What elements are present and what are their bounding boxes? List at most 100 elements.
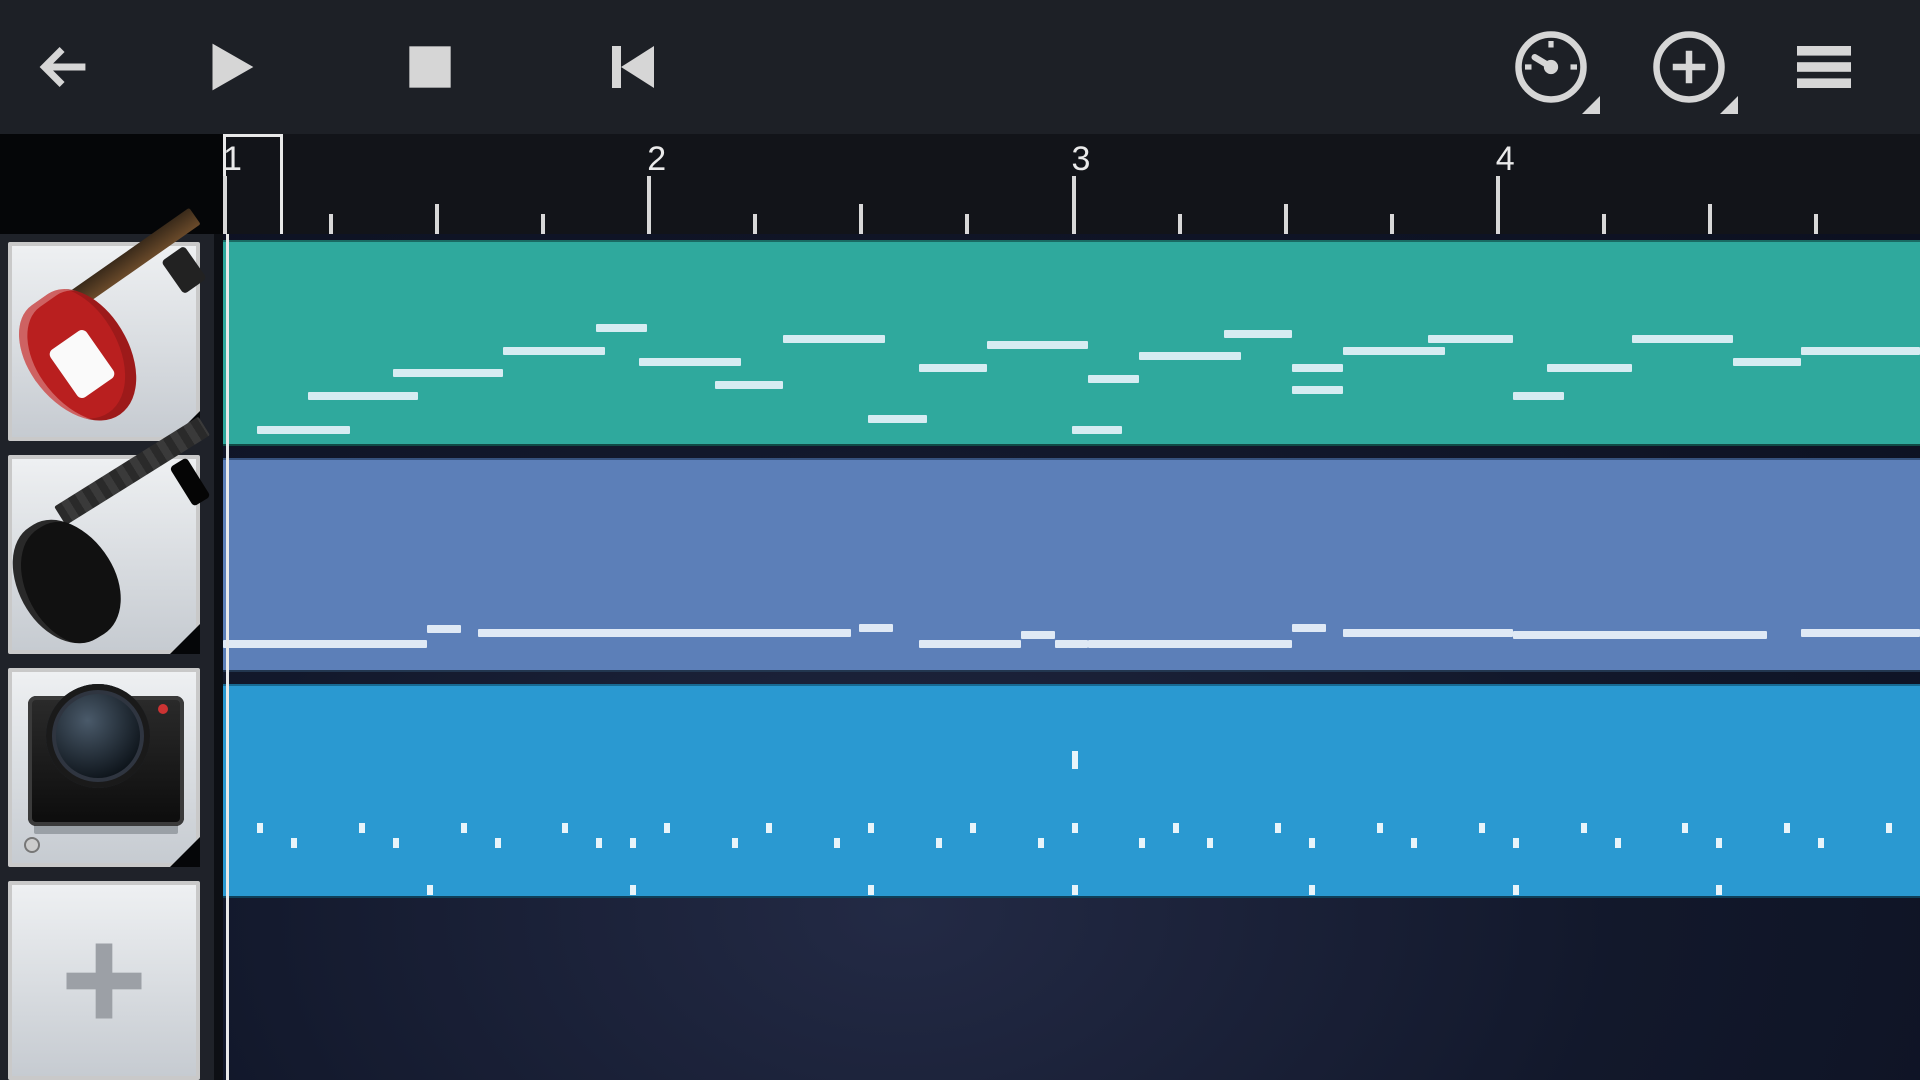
midi-note [1343, 629, 1513, 637]
midi-note [1139, 352, 1241, 360]
drum-hit [495, 838, 501, 848]
midi-note [1292, 624, 1326, 632]
drum-hit [1411, 838, 1417, 848]
drum-hit [1072, 823, 1078, 833]
add-button[interactable] [1650, 28, 1728, 106]
drum-hit [1581, 823, 1587, 833]
midi-note [919, 364, 987, 372]
plus-icon [54, 931, 154, 1031]
midi-note [868, 415, 927, 423]
midi-note [1428, 335, 1513, 343]
menu-button[interactable] [1788, 31, 1860, 103]
drum-hit [1682, 823, 1688, 833]
drum-hit [1886, 823, 1892, 833]
midi-note [257, 426, 350, 434]
midi-note [478, 629, 851, 637]
play-icon [195, 32, 265, 102]
drum-hit [596, 838, 602, 848]
drum-hit [1173, 823, 1179, 833]
midi-note [1733, 358, 1801, 366]
ruler-bar-label: 3 [1072, 140, 1091, 179]
toolbar-right [1512, 28, 1920, 106]
clip-bass-guitar[interactable] [223, 458, 1920, 672]
midi-note [1088, 375, 1139, 383]
drum-hit [461, 823, 467, 833]
stop-icon [399, 36, 461, 98]
drum-hit [1513, 885, 1519, 895]
plus-circle-icon [1650, 28, 1728, 106]
track-sidebar [0, 234, 214, 1080]
arrow-left-icon [30, 32, 100, 102]
drum-hit [1072, 885, 1078, 895]
play-button[interactable] [130, 32, 330, 102]
midi-note [1088, 640, 1292, 648]
drum-hit [732, 838, 738, 848]
ruler-bar-label: 2 [647, 140, 666, 179]
stop-button[interactable] [330, 36, 530, 98]
back-button[interactable] [0, 32, 130, 102]
gauge-icon [1512, 28, 1590, 106]
go-to-start-button[interactable] [530, 31, 730, 103]
midi-note [427, 625, 461, 633]
timeline-ruler[interactable]: 1 2 3 4 [0, 134, 1920, 234]
midi-note [919, 640, 1021, 648]
midi-note [859, 624, 893, 632]
drum-hit [1479, 823, 1485, 833]
midi-note [1632, 335, 1734, 343]
ruler-bar-label: 1 [223, 140, 242, 179]
skip-previous-icon [594, 31, 666, 103]
drum-hit [1818, 838, 1824, 848]
drum-hit [766, 823, 772, 833]
midi-note [308, 392, 418, 400]
clip-drum-machine[interactable] [223, 684, 1920, 898]
drum-hit [664, 823, 670, 833]
drum-hit [393, 838, 399, 848]
drum-hit [1716, 885, 1722, 895]
midi-note [1513, 631, 1768, 639]
midi-note [1547, 364, 1632, 372]
midi-note [596, 324, 647, 332]
drum-hit [1513, 838, 1519, 848]
drum-hit [291, 838, 297, 848]
tempo-button[interactable] [1512, 28, 1590, 106]
drum-hit [936, 838, 942, 848]
drum-hit [427, 885, 433, 895]
midi-note [1021, 631, 1055, 639]
drum-hit [1275, 823, 1281, 833]
track-header-drum-machine[interactable] [8, 668, 200, 867]
midi-note [1072, 426, 1123, 434]
sidebar-gutter [214, 234, 223, 1080]
drum-hit [1784, 823, 1790, 833]
drum-hit [868, 885, 874, 895]
drum-hit [834, 838, 840, 848]
clip-area[interactable] [223, 234, 1920, 1080]
midi-note [1801, 347, 1920, 355]
track-header-electric-guitar[interactable] [8, 242, 200, 441]
drum-hit [1207, 838, 1213, 848]
drum-hit [970, 823, 976, 833]
drum-hit [1139, 838, 1145, 848]
midi-note [639, 358, 741, 366]
midi-note [1343, 347, 1445, 355]
midi-note [1513, 392, 1564, 400]
drum-hit [1309, 885, 1315, 895]
drum-hit [359, 823, 365, 833]
drum-hit [1716, 838, 1722, 848]
drum-hit [257, 823, 263, 833]
clip-electric-guitar[interactable] [223, 240, 1920, 446]
add-track-button[interactable] [8, 881, 200, 1080]
midi-note [783, 335, 885, 343]
track-header-bass-guitar[interactable] [8, 455, 200, 654]
midi-note [1292, 364, 1343, 372]
midi-note [503, 347, 605, 355]
top-toolbar [0, 0, 1920, 134]
drum-hit [1309, 838, 1315, 848]
midi-note [1224, 330, 1292, 338]
midi-note [1292, 386, 1343, 394]
midi-note [715, 381, 783, 389]
midi-note [1055, 640, 1089, 648]
ruler-bar-label: 4 [1496, 140, 1515, 179]
arrangement-view [0, 234, 1920, 1080]
playhead-line [226, 234, 229, 1080]
drum-hit [868, 823, 874, 833]
